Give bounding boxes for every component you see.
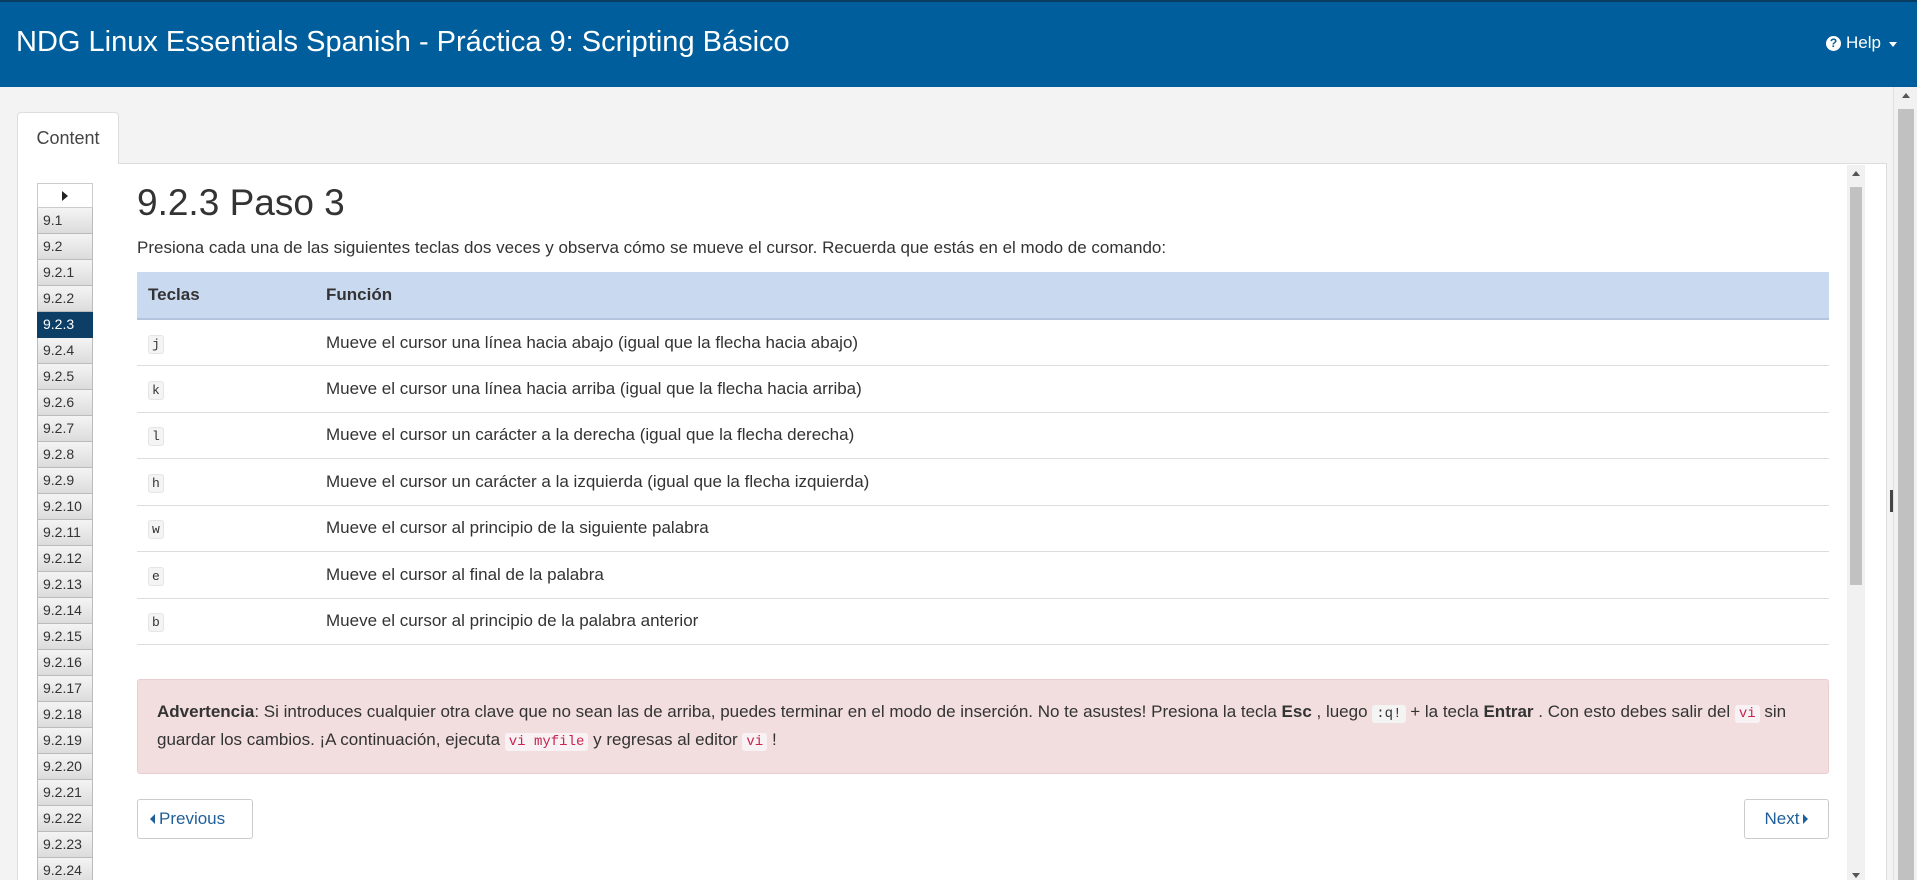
sidebar-item-9-2-7[interactable]: 9.2.7	[37, 416, 93, 442]
sidebar-item-9-2-3[interactable]: 9.2.3	[37, 312, 93, 338]
sidebar-item-9-2-2[interactable]: 9.2.2	[37, 286, 93, 312]
sidebar-item-9-2-14[interactable]: 9.2.14	[37, 598, 93, 624]
key-code: j	[148, 334, 164, 354]
key-code: w	[148, 520, 164, 540]
tab-content[interactable]: Content	[17, 112, 119, 164]
command-quit: :q!	[1372, 705, 1406, 723]
sidebar-item-9-2-20[interactable]: 9.2.20	[37, 754, 93, 780]
sidebar-item-9-2-17[interactable]: 9.2.17	[37, 676, 93, 702]
sidebar-item-9-2-16[interactable]: 9.2.16	[37, 650, 93, 676]
command-vi: vi	[1734, 705, 1760, 723]
warning-text: y regresas al editor	[588, 730, 743, 749]
app-title: NDG Linux Essentials Spanish - Práctica …	[16, 26, 790, 58]
content-scrollbar[interactable]	[1847, 165, 1865, 880]
sidebar-item-9-2-22[interactable]: 9.2.22	[37, 806, 93, 832]
command-vi: vi	[742, 733, 768, 751]
scroll-down-icon	[1852, 873, 1860, 878]
key-cell: w	[137, 505, 326, 552]
table-row: e Mueve el cursor al final de la palabra	[137, 551, 1829, 599]
key-cell: b	[137, 598, 326, 645]
sidebar-item-9-2-19[interactable]: 9.2.19	[37, 728, 93, 754]
key-code: b	[148, 613, 164, 633]
sidebar-item-9-2-21[interactable]: 9.2.21	[37, 780, 93, 806]
main-content: 9.2.3 Paso 3 Presiona cada una de las si…	[137, 165, 1829, 880]
next-label: Next	[1764, 809, 1800, 828]
sidebar-item-9-2-24[interactable]: 9.2.24	[37, 858, 93, 880]
function-cell: Mueve el cursor al principio de la palab…	[326, 598, 1829, 645]
function-cell: Mueve el cursor una línea hacia arriba (…	[326, 365, 1829, 413]
column-header-keys: Teclas	[137, 272, 326, 320]
key-cell: j	[137, 319, 326, 366]
function-cell: Mueve el cursor una línea hacia abajo (i…	[326, 319, 1829, 366]
function-cell: Mueve el cursor un carácter a la izquier…	[326, 458, 1829, 506]
page-title: 9.2.3 Paso 3	[137, 182, 345, 223]
caret-right-icon	[1803, 814, 1809, 824]
key-cell: e	[137, 551, 326, 599]
sidebar-item-9-2-23[interactable]: 9.2.23	[37, 832, 93, 858]
help-menu-button[interactable]: ? Help	[1826, 33, 1897, 53]
section-nav: 9.1 9.2 9.2.1 9.2.2 9.2.3 9.2.4 9.2.5 9.2.6 9.2.…	[37, 183, 93, 880]
question-circle-icon: ?	[1826, 35, 1842, 51]
table-row: l Mueve el cursor un carácter a la derech…	[137, 412, 1829, 459]
table-row: w Mueve el cursor al principio de la sigu…	[137, 505, 1829, 552]
key-cell: h	[137, 458, 326, 506]
warning-alert: Advertencia: Si introduces cualquier otr…	[137, 679, 1829, 774]
sidebar-item-9-2-12[interactable]: 9.2.12	[37, 546, 93, 572]
column-header-function: Función	[326, 272, 1829, 320]
sidebar-item-9-2[interactable]: 9.2	[37, 234, 93, 260]
function-cell: Mueve el cursor al final de la palabra	[326, 551, 1829, 599]
sidebar-item-9-2-4[interactable]: 9.2.4	[37, 338, 93, 364]
caret-right-icon	[62, 190, 68, 201]
scroll-up-icon	[1852, 171, 1860, 176]
sidebar-item-9-2-11[interactable]: 9.2.11	[37, 520, 93, 546]
keys-table: Teclas Función j Mueve el cursor una líne…	[137, 272, 1829, 645]
content-scroll-thumb[interactable]	[1850, 187, 1862, 585]
command-vi-myfile: vi myfile	[504, 733, 589, 751]
table-row: b Mueve el cursor al principio de la pala…	[137, 598, 1829, 645]
sidebar-item-9-2-13[interactable]: 9.2.13	[37, 572, 93, 598]
help-label: Help	[1846, 33, 1881, 52]
key-enter: Entrar	[1483, 702, 1534, 721]
key-esc: Esc	[1281, 702, 1312, 721]
top-header: NDG Linux Essentials Spanish - Práctica …	[0, 0, 1917, 87]
key-code: k	[148, 380, 164, 400]
previous-button[interactable]: Previous	[137, 799, 253, 839]
caret-down-icon	[1889, 41, 1897, 47]
sidebar-item-9-2-10[interactable]: 9.2.10	[37, 494, 93, 520]
key-code: e	[148, 566, 164, 586]
key-cell: l	[137, 412, 326, 459]
sidebar-item-9-1[interactable]: 9.1	[37, 208, 93, 234]
key-code: h	[148, 473, 164, 493]
sidebar-item-9-2-9[interactable]: 9.2.9	[37, 468, 93, 494]
table-row: k Mueve el cursor una línea hacia arriba …	[137, 365, 1829, 413]
page-scrollbar[interactable]	[1893, 87, 1917, 880]
sidebar-item-9-2-18[interactable]: 9.2.18	[37, 702, 93, 728]
sidebar-item-9-2-1[interactable]: 9.2.1	[37, 260, 93, 286]
key-code: l	[148, 427, 164, 447]
sidebar-item-9-2-5[interactable]: 9.2.5	[37, 364, 93, 390]
page-scroll-thumb[interactable]	[1898, 109, 1914, 880]
caret-left-icon	[150, 814, 155, 824]
next-button[interactable]: Next	[1744, 799, 1829, 839]
table-row: j Mueve el cursor una línea hacia abajo (…	[137, 319, 1829, 366]
previous-label: Previous	[159, 809, 226, 828]
nav-toggle-button[interactable]	[37, 183, 93, 208]
key-cell: k	[137, 365, 326, 413]
pager: Previous Next	[137, 799, 1829, 839]
sidebar-item-9-2-8[interactable]: 9.2.8	[37, 442, 93, 468]
warning-text: , luego	[1311, 702, 1373, 721]
warning-text: !	[767, 730, 777, 749]
sidebar-item-9-2-6[interactable]: 9.2.6	[37, 390, 93, 416]
function-cell: Mueve el cursor al principio de la sigui…	[326, 505, 1829, 552]
warning-text: + la tecla	[1405, 702, 1484, 721]
warning-label: Advertencia	[157, 702, 255, 721]
function-cell: Mueve el cursor un carácter a la derecha…	[326, 412, 1829, 459]
table-row: h Mueve el cursor un carácter a la izquie…	[137, 458, 1829, 506]
sidebar-item-9-2-15[interactable]: 9.2.15	[37, 624, 93, 650]
warning-text: : Si introduces cualquier otra clave que…	[254, 702, 1282, 721]
warning-text: . Con esto debes salir del	[1533, 702, 1735, 721]
intro-text: Presiona cada una de las siguientes tecl…	[137, 238, 1167, 257]
scroll-up-icon	[1902, 93, 1910, 98]
